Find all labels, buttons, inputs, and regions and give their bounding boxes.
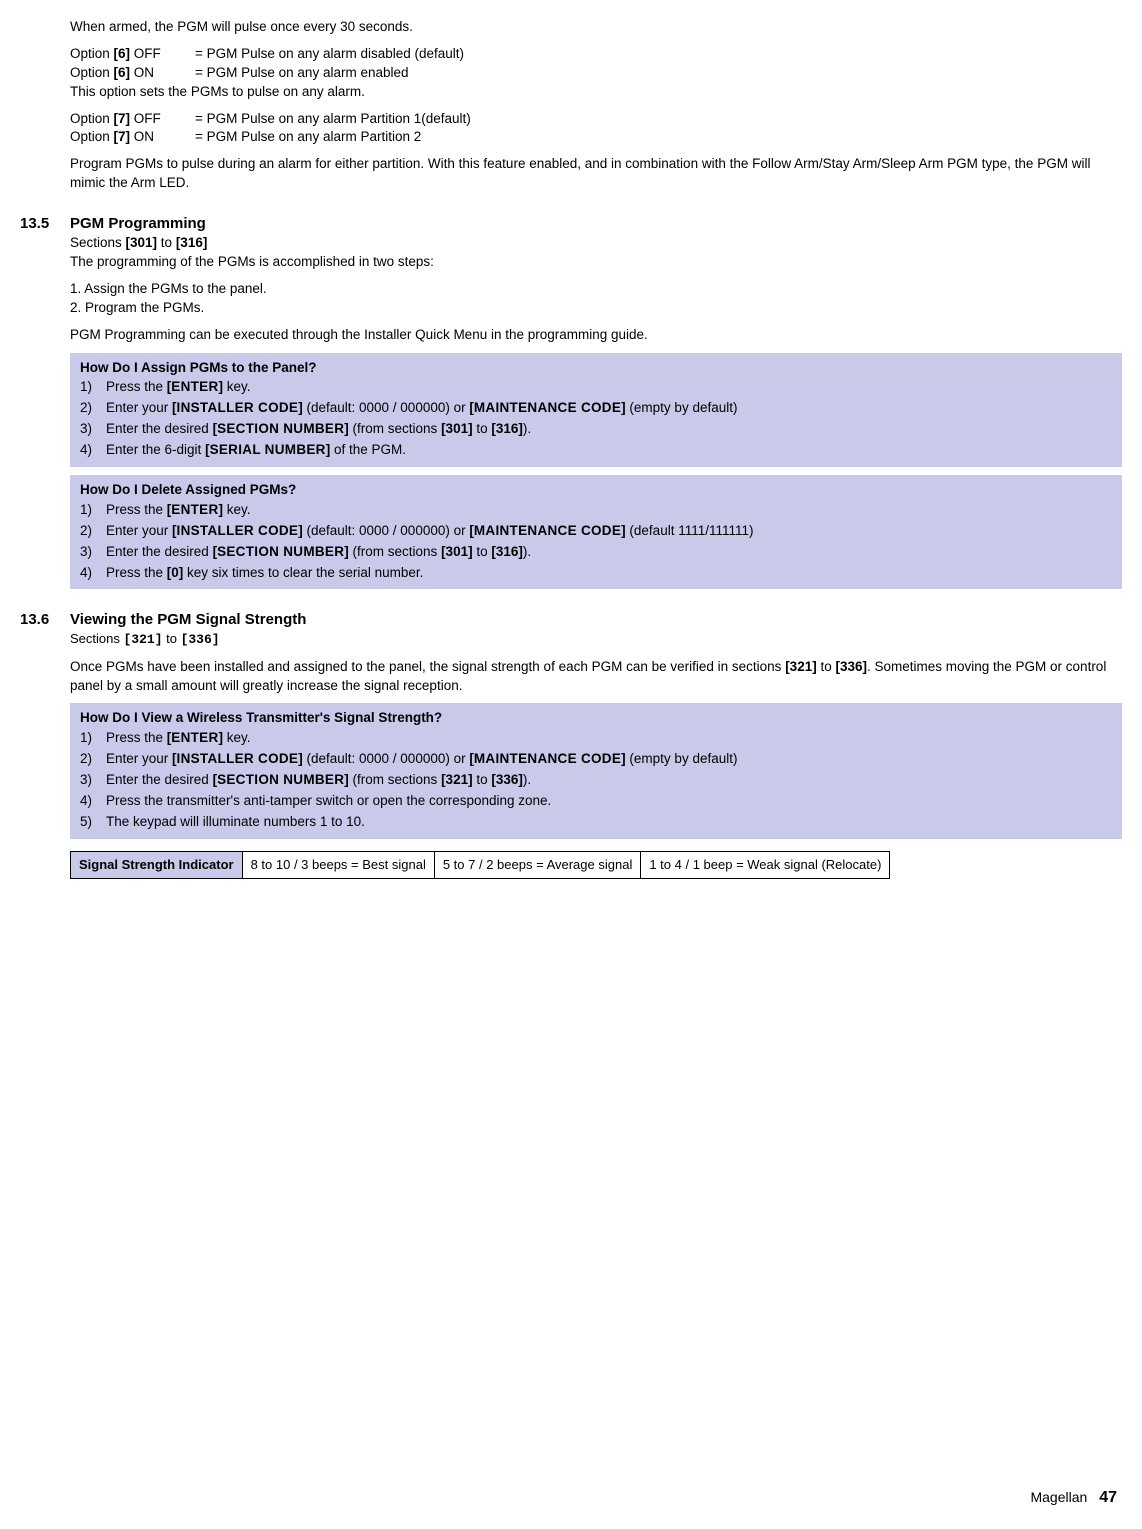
section-title: PGM Programming [70,213,434,234]
view-list: 1)Press the [ENTER] key. 2)Enter your [I… [80,728,1112,832]
list-item: 3)Enter the desired [SECTION NUMBER] (fr… [80,542,1112,563]
page-number: 47 [1099,1489,1117,1506]
list-item: 1)Press the [ENTER] key. [80,728,1112,749]
list-item: 4)Press the transmitter's anti-tamper sw… [80,791,1112,812]
section-range: Sections [301] to [316] [70,234,434,253]
box-assign-pgms: How Do I Assign PGMs to the Panel? 1)Pre… [70,353,1122,467]
option-6-block: Option [6] OFF = PGM Pulse on any alarm … [70,45,1122,102]
steps: 1. Assign the PGMs to the panel. 2. Prog… [70,280,1122,318]
list-item: 3)Enter the desired [SECTION NUMBER] (fr… [80,419,1112,440]
list-item: 5)The keypad will illuminate numbers 1 t… [80,812,1112,833]
table-cell: 8 to 10 / 3 beeps = Best signal [242,851,434,878]
list-item: 3)Enter the desired [SECTION NUMBER] (fr… [80,770,1112,791]
signal-strength-table: Signal Strength Indicator 8 to 10 / 3 be… [70,851,890,879]
table-header: Signal Strength Indicator [71,851,243,878]
list-item: 4)Enter the 6-digit [SERIAL NUMBER] of t… [80,440,1112,461]
partition-para: Program PGMs to pulse during an alarm fo… [70,155,1122,193]
box-view-signal: How Do I View a Wireless Transmitter's S… [70,703,1122,838]
delete-list: 1)Press the [ENTER] key. 2)Enter your [I… [80,500,1112,584]
page-footer: Magellan 47 [1030,1487,1117,1509]
pulse-note: When armed, the PGM will pulse once ever… [70,18,1122,37]
assign-list: 1)Press the [ENTER] key. 2)Enter your [I… [80,377,1112,461]
box-delete-pgms: How Do I Delete Assigned PGMs? 1)Press t… [70,475,1122,589]
option-7-block: Option [7] OFF = PGM Pulse on any alarm … [70,110,1122,148]
list-item: 1)Press the [ENTER] key. [80,377,1112,398]
table-cell: 1 to 4 / 1 beep = Weak signal (Relocate) [641,851,890,878]
list-item: 2)Enter your [INSTALLER CODE] (default: … [80,398,1112,419]
list-item: 2)Enter your [INSTALLER CODE] (default: … [80,749,1112,770]
list-item: 2)Enter your [INSTALLER CODE] (default: … [80,521,1112,542]
section-range: Sections [321] to [336] [70,630,306,649]
section-13-5-header: 13.5 PGM Programming Sections [301] to [… [20,213,1122,272]
section-13-6-header: 13.6 Viewing the PGM Signal Strength Sec… [20,609,1122,649]
table-cell: 5 to 7 / 2 beeps = Average signal [434,851,640,878]
section-title: Viewing the PGM Signal Strength [70,609,306,630]
list-item: 4)Press the [0] key six times to clear t… [80,563,1112,584]
quick-menu-note: PGM Programming can be executed through … [70,326,1122,345]
list-item: 1)Press the [ENTER] key. [80,500,1112,521]
signal-para: Once PGMs have been installed and assign… [70,658,1122,696]
